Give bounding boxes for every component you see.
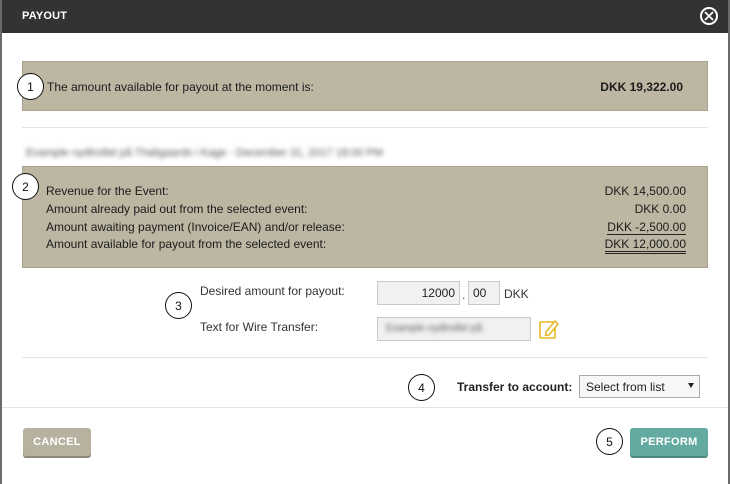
- event-available-row: Amount available for payout from the sel…: [46, 237, 686, 254]
- currency-label: DKK: [504, 287, 529, 301]
- revenue-value: DKK 14,500.00: [604, 184, 686, 198]
- account-select[interactable]: Select from list: [579, 375, 700, 398]
- dialog-header: PAYOUT: [2, 0, 728, 33]
- step-marker-2: 2: [12, 173, 39, 200]
- transfer-label: Transfer to account:: [457, 380, 573, 394]
- cancel-button[interactable]: CANCEL: [23, 428, 91, 456]
- dropdown-arrow-icon: [688, 383, 694, 388]
- account-select-value: Select from list: [586, 380, 665, 394]
- close-icon: [704, 11, 714, 21]
- dialog-title: PAYOUT: [22, 10, 68, 22]
- step-marker-3: 3: [165, 292, 192, 319]
- event-title: Example nydtrollet på Thaligaards i Kage…: [26, 147, 383, 159]
- event-available-value: DKK 12,000.00: [604, 237, 686, 254]
- wire-text-value: Example nydtrollet på: [386, 323, 483, 334]
- decimal-separator: .: [462, 288, 466, 302]
- revenue-label: Revenue for the Event:: [46, 184, 169, 198]
- payout-dialog: PAYOUT The amount available for payout a…: [2, 0, 728, 484]
- available-amount-panel: The amount available for payout at the m…: [22, 61, 708, 111]
- awaiting-row: Amount awaiting payment (Invoice/EAN) an…: [46, 220, 686, 237]
- perform-button[interactable]: PERFORM: [630, 428, 708, 456]
- step-marker-5: 5: [596, 428, 623, 455]
- form-divider: [22, 357, 708, 358]
- paid-out-label: Amount already paid out from the selecte…: [46, 202, 308, 216]
- footer-divider: [2, 407, 728, 408]
- available-amount: DKK 19,322.00: [600, 80, 683, 94]
- step-marker-4: 4: [408, 374, 435, 401]
- step-marker-1: 1: [17, 73, 44, 100]
- edit-pencil-icon: [539, 320, 559, 339]
- paid-out-value: DKK 0.00: [634, 202, 686, 216]
- section-divider: [22, 127, 708, 128]
- desired-amount-label: Desired amount for payout:: [200, 284, 345, 298]
- awaiting-label: Amount awaiting payment (Invoice/EAN) an…: [46, 220, 345, 234]
- paid-out-row: Amount already paid out from the selecte…: [46, 202, 686, 219]
- amount-decimal-input[interactable]: [468, 281, 500, 305]
- event-available-label: Amount available for payout from the sel…: [46, 237, 327, 251]
- amount-whole-input[interactable]: [377, 281, 460, 305]
- awaiting-value: DKK -2,500.00: [607, 220, 686, 235]
- wire-text-label: Text for Wire Transfer:: [200, 320, 319, 334]
- available-label: The amount available for payout at the m…: [47, 80, 314, 94]
- close-button[interactable]: [700, 7, 718, 25]
- revenue-row: Revenue for the Event: DKK 14,500.00: [46, 184, 686, 201]
- event-summary-panel: Revenue for the Event: DKK 14,500.00 Amo…: [22, 166, 708, 268]
- wire-text-input[interactable]: Example nydtrollet på: [377, 317, 531, 341]
- edit-text-button[interactable]: [538, 317, 560, 341]
